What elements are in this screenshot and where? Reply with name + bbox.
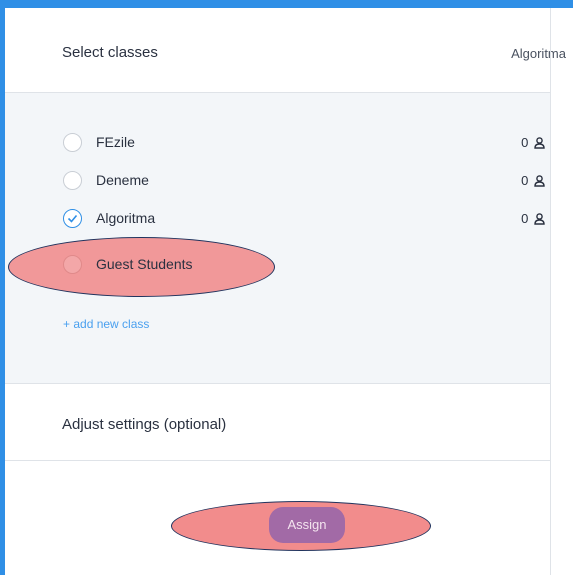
student-count: 0 (521, 133, 545, 152)
user-icon (534, 213, 545, 225)
select-classes-title: Select classes (62, 44, 158, 61)
assign-button[interactable]: Assign (269, 507, 345, 543)
panel-header: Select classes Algoritma (5, 8, 566, 93)
student-count: 0 (521, 209, 545, 228)
adjust-settings-section[interactable]: Adjust settings (optional) (5, 384, 551, 461)
student-count-value: 0 (521, 211, 529, 226)
class-item-guest-students[interactable]: Guest Students (63, 255, 263, 283)
page-frame: Select classes Algoritma FEzile 0 Deneme (0, 0, 573, 575)
radio-icon[interactable] (63, 255, 82, 274)
student-count-value: 0 (521, 135, 529, 150)
top-accent-bar (0, 0, 573, 8)
student-count-value: 0 (521, 173, 529, 188)
user-icon (534, 175, 545, 187)
adjust-settings-title: Adjust settings (optional) (62, 416, 227, 433)
radio-icon[interactable] (63, 171, 82, 190)
class-list: FEzile 0 Deneme 0 Algoritma 0 + add new … (5, 93, 551, 384)
radio-icon[interactable] (63, 133, 82, 152)
radio-checked-icon[interactable] (63, 209, 82, 228)
add-new-class-link[interactable]: + add new class (63, 317, 149, 331)
class-label: Algoritma (96, 210, 156, 226)
class-label: FEzile (96, 134, 135, 150)
panel-border (550, 8, 551, 575)
class-label: Guest Students (96, 256, 193, 272)
selected-class-summary: Algoritma (511, 46, 566, 61)
class-item-deneme[interactable]: Deneme 0 (63, 171, 545, 199)
student-count: 0 (521, 171, 545, 190)
class-label: Deneme (96, 172, 149, 188)
class-item-fezile[interactable]: FEzile 0 (63, 133, 545, 161)
user-icon (534, 137, 545, 149)
class-item-algoritma[interactable]: Algoritma 0 (63, 209, 545, 237)
